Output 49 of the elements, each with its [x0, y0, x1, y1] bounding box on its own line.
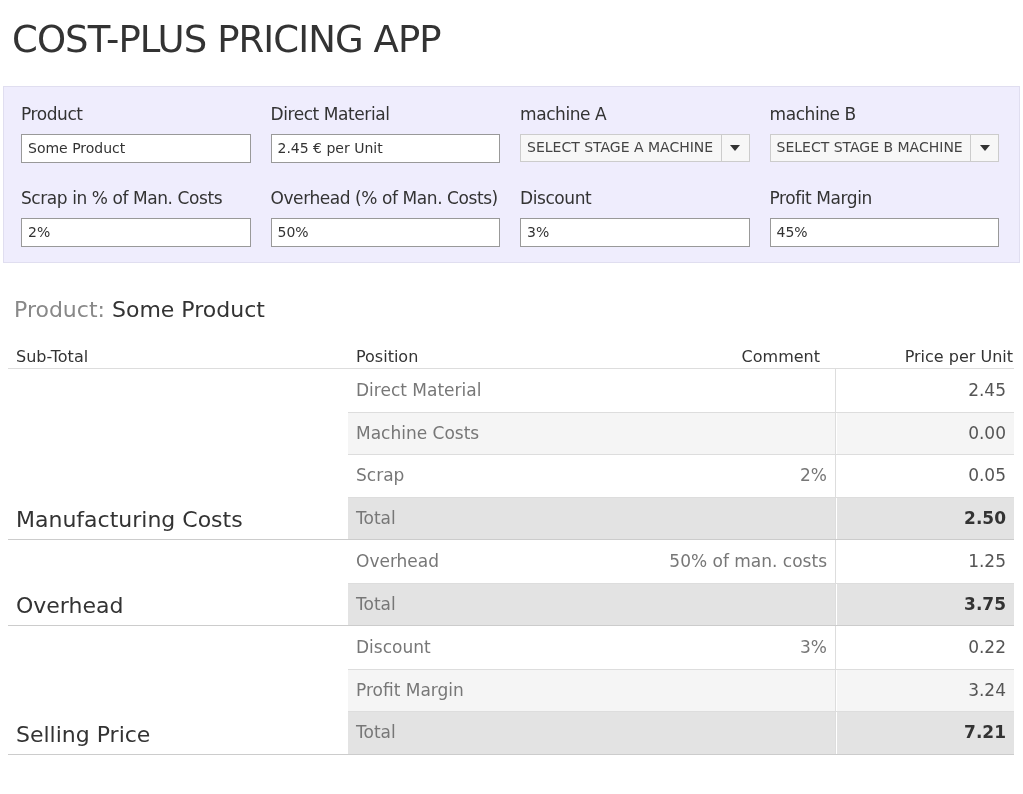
- price-cell-text: 2.50: [964, 506, 1006, 530]
- filter-label: machine A: [520, 103, 608, 126]
- filter-label: Discount: [520, 187, 593, 210]
- position-cell-text: Scrap: [356, 464, 405, 487]
- price-cell-text: 7.21: [964, 721, 1006, 744]
- caret-down-icon: [979, 144, 990, 151]
- product-heading-value: Some Product: [111, 297, 265, 322]
- app-title: COST-PLUS PRICING APP: [11, 17, 442, 63]
- subtotal-label: Selling Price: [16, 720, 151, 749]
- filter-label: Product: [21, 103, 84, 126]
- column-header: Position: [355, 346, 420, 368]
- input-field[interactable]: 2%: [21, 217, 251, 247]
- position-cell-text: Overhead: [356, 549, 440, 573]
- input-field[interactable]: Some Product: [21, 133, 251, 163]
- price-cell-text: 0.22: [968, 635, 1006, 659]
- comment-cell-text: 3%: [800, 635, 827, 659]
- input-field[interactable]: 50%: [270, 217, 500, 247]
- price-cell-text: 0.00: [968, 421, 1006, 445]
- filter-label: machine B: [769, 103, 857, 126]
- input-field[interactable]: 3%: [520, 217, 750, 247]
- position-cell-text: Discount: [356, 635, 431, 659]
- dropdown[interactable]: SELECT STAGE B MACHINE: [769, 133, 999, 162]
- dropdown[interactable]: SELECT STAGE A MACHINE: [520, 133, 750, 162]
- price-cell-text: 2.45: [968, 378, 1006, 402]
- comment-cell-text: 50% of man. costs: [669, 549, 827, 573]
- position-cell-text: Total: [356, 506, 396, 530]
- subtotal-label: Manufacturing Costs: [16, 506, 243, 534]
- filter-label: Direct Material: [270, 103, 391, 126]
- product-heading-label: Product:: [14, 297, 106, 322]
- column-header: Price per Unit: [903, 346, 1014, 368]
- comment-cell-text: 2%: [800, 464, 827, 487]
- filter-label: Profit Margin: [769, 187, 873, 210]
- position-cell-text: Total: [356, 592, 396, 616]
- position-cell-text: Machine Costs: [356, 421, 480, 445]
- price-cell-text: 3.24: [968, 678, 1006, 702]
- filter-label: Overhead (% of Man. Costs): [270, 187, 499, 210]
- position-cell-text: Total: [356, 721, 396, 744]
- filter-label: Scrap in % of Man. Costs: [21, 187, 224, 210]
- price-cell-text: 1.25: [968, 549, 1006, 573]
- price-cell-text: 3.75: [964, 592, 1006, 616]
- price-cell-text: 0.05: [968, 464, 1006, 487]
- caret-down-icon: [730, 144, 740, 151]
- subtotal-label: Overhead: [16, 592, 124, 620]
- column-header: Sub-Total: [15, 346, 90, 368]
- position-cell-text: Direct Material: [356, 378, 482, 402]
- position-cell-text: Profit Margin: [356, 678, 464, 702]
- column-header: Comment: [740, 346, 821, 368]
- input-field[interactable]: 2.45 € per Unit: [270, 133, 500, 163]
- input-field[interactable]: 45%: [769, 217, 999, 247]
